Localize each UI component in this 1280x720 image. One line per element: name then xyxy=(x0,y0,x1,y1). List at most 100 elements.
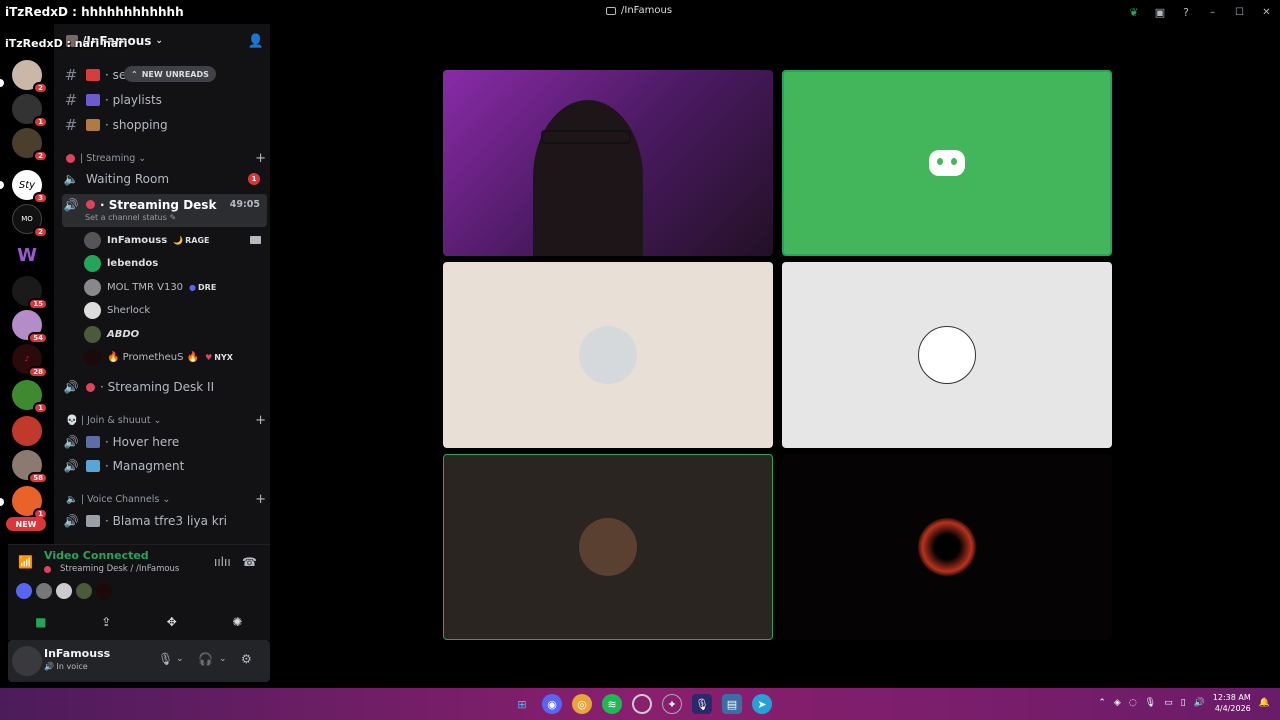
channel-hover-here[interactable]: 🔊 · Hover here xyxy=(62,430,267,454)
connection-channel[interactable]: Streaming Desk / /InFamous xyxy=(44,564,179,574)
video-tile-speaking[interactable] xyxy=(782,70,1112,256)
voicemod-icon[interactable]: 🎙 xyxy=(692,694,712,714)
avatar xyxy=(579,518,637,576)
server-icon[interactable]: 2 xyxy=(12,128,48,162)
category-voice[interactable]: 🔈 | Voice Channels ⌄ + xyxy=(66,491,266,507)
chrome-icon[interactable]: ◎ xyxy=(572,694,592,714)
server-icon[interactable]: MO 2 xyxy=(12,204,48,238)
avatar[interactable] xyxy=(16,583,32,599)
channel-blama[interactable]: 🔊 · Blama tfre3 liya kri xyxy=(62,509,267,533)
chat-overlay: iTzRedxD : hhhhhhhhhhhh iTzRedxD : nari … xyxy=(5,5,184,51)
voice-user[interactable]: 🔥 PrometheuS 🔥 ♥ NYX xyxy=(84,346,233,368)
voice-user[interactable]: InFamouss 🌙 RAGE xyxy=(84,229,210,251)
speaker-icon: 🔈 xyxy=(63,172,79,186)
server-icon[interactable]: W xyxy=(12,240,42,270)
signal-icon[interactable]: 📶 xyxy=(18,555,33,569)
notification-icon[interactable]: 🔔 xyxy=(1259,698,1270,708)
user-name[interactable]: InFamouss xyxy=(44,647,110,660)
headphones-icon[interactable]: 🎧 xyxy=(198,652,213,666)
tray-app-icon[interactable]: ◈ xyxy=(1114,698,1121,708)
avatar[interactable] xyxy=(56,583,72,599)
help-icon[interactable]: ? xyxy=(1173,0,1199,24)
voice-user[interactable]: ABDO xyxy=(84,323,139,345)
create-channel-icon[interactable]: + xyxy=(255,492,266,507)
telegram-icon[interactable]: ➤ xyxy=(752,694,772,714)
app-icon[interactable]: ▤ xyxy=(722,694,742,714)
video-tile-avatar[interactable] xyxy=(782,454,1112,640)
channel-status[interactable]: Set a channel status ✎ xyxy=(85,213,176,222)
video-tile-avatar[interactable] xyxy=(443,262,773,448)
activities-icon[interactable]: ✥ xyxy=(144,611,200,633)
discord-app-icon[interactable]: ◉ xyxy=(542,694,562,714)
video-tile-avatar[interactable] xyxy=(443,454,773,640)
avatar[interactable] xyxy=(96,583,112,599)
tray-app-icon[interactable]: ◌ xyxy=(1129,698,1137,708)
video-tile-avatar[interactable] xyxy=(782,262,1112,448)
channel-managment[interactable]: 🔊 · Managment xyxy=(62,454,267,478)
channel-streaming-desk[interactable]: 🔊 · Streaming Desk 49:05 xyxy=(62,194,267,227)
monitor-icon[interactable]: ▭ xyxy=(1164,698,1173,708)
channel-streaming-desk-2[interactable]: 🔊 · Streaming Desk II xyxy=(62,375,267,399)
video-tile-camera[interactable] xyxy=(443,70,773,256)
mention-badge: 1 xyxy=(33,116,48,128)
discord-logo-icon xyxy=(929,150,965,176)
microphone-icon[interactable]: 🎙 xyxy=(1145,698,1156,708)
new-unreads-banner[interactable]: ⌃ NEW UNREADS xyxy=(124,66,216,82)
avatar[interactable] xyxy=(12,646,42,676)
nitro-leaf-icon[interactable]: ❦ xyxy=(1121,0,1147,24)
server-icon[interactable]: 15 xyxy=(12,276,48,310)
network-icon[interactable]: ▯ xyxy=(1181,698,1186,708)
channel-shopping[interactable]: # · shopping xyxy=(62,113,267,137)
channel-waiting-room[interactable]: 🔈 Waiting Room 1 xyxy=(62,167,267,191)
chevron-up-icon[interactable]: ⌃ xyxy=(1098,698,1106,708)
channel-name: · se xyxy=(105,68,127,82)
disconnect-icon[interactable]: ☎ xyxy=(242,555,257,569)
server-icon[interactable] xyxy=(12,416,42,446)
obs-icon[interactable] xyxy=(632,694,652,714)
server-icon[interactable]: 54 xyxy=(12,310,48,344)
inbox-icon[interactable]: ▣ xyxy=(1147,0,1173,24)
voice-user[interactable]: MOL TMR V130 ● DRE xyxy=(84,276,216,298)
mention-badge: 15 xyxy=(28,298,48,310)
server-icon[interactable]: ♪ 28 xyxy=(12,344,48,378)
avatar[interactable] xyxy=(36,583,52,599)
create-channel-icon[interactable]: + xyxy=(255,151,266,166)
create-channel-icon[interactable]: + xyxy=(255,413,266,428)
app-icon[interactable]: ✦ xyxy=(662,694,682,714)
volume-icon[interactable]: 🔊 xyxy=(1194,698,1205,708)
camera-icon[interactable]: ■ xyxy=(13,611,69,633)
speaker-icon: 🔊 xyxy=(44,662,54,671)
server-icon[interactable]: 58 xyxy=(12,450,48,484)
connection-status[interactable]: Video Connected xyxy=(44,549,149,562)
category-join[interactable]: 💀 | Join & shuuut ⌄ + xyxy=(66,412,266,428)
close-button[interactable]: ✕ xyxy=(1253,0,1280,24)
new-unreads-pill[interactable]: NEW xyxy=(6,517,46,531)
avatar[interactable] xyxy=(76,583,92,599)
screen-share-icon[interactable]: ⇪ xyxy=(78,611,134,633)
server-icon[interactable]: 1 xyxy=(12,486,48,520)
microphone-icon[interactable]: 🎙 xyxy=(158,652,173,666)
chevron-down-icon[interactable]: ⌄ xyxy=(176,654,184,664)
soundboard-icon[interactable]: ✺ xyxy=(209,611,265,633)
hashtag-icon: # xyxy=(64,66,78,84)
server-icon[interactable]: 1 xyxy=(12,94,48,128)
clock[interactable]: 12:38 AM 4/4/2026 xyxy=(1213,692,1251,714)
windows-start-icon[interactable]: ⊞ xyxy=(512,694,532,714)
chevron-down-icon[interactable]: ⌄ xyxy=(219,654,227,664)
category-streaming[interactable]: | Streaming ⌄ + xyxy=(66,150,266,166)
server-icon[interactable]: 1 xyxy=(12,380,48,414)
server-icon[interactable]: Sty 3 xyxy=(12,170,48,204)
noise-suppression-icon[interactable]: ıılıı xyxy=(214,555,231,569)
spotify-icon[interactable]: ≋ xyxy=(602,694,622,714)
mention-badge: 2 xyxy=(33,226,48,238)
server-icon[interactable]: 2 xyxy=(12,60,48,94)
minimize-button[interactable]: – xyxy=(1199,0,1226,24)
voice-user[interactable]: lebendos xyxy=(84,252,158,274)
invite-people-icon[interactable]: 👤 xyxy=(248,34,264,49)
channel-playlists[interactable]: # · playlists xyxy=(62,88,267,112)
voice-user[interactable]: Sherlock xyxy=(84,299,150,321)
gear-icon[interactable]: ⚙ xyxy=(241,652,252,666)
speaker-icon: 🔈 xyxy=(66,493,78,505)
user-name: Sherlock xyxy=(107,304,151,316)
maximize-button[interactable]: ☐ xyxy=(1226,0,1253,24)
